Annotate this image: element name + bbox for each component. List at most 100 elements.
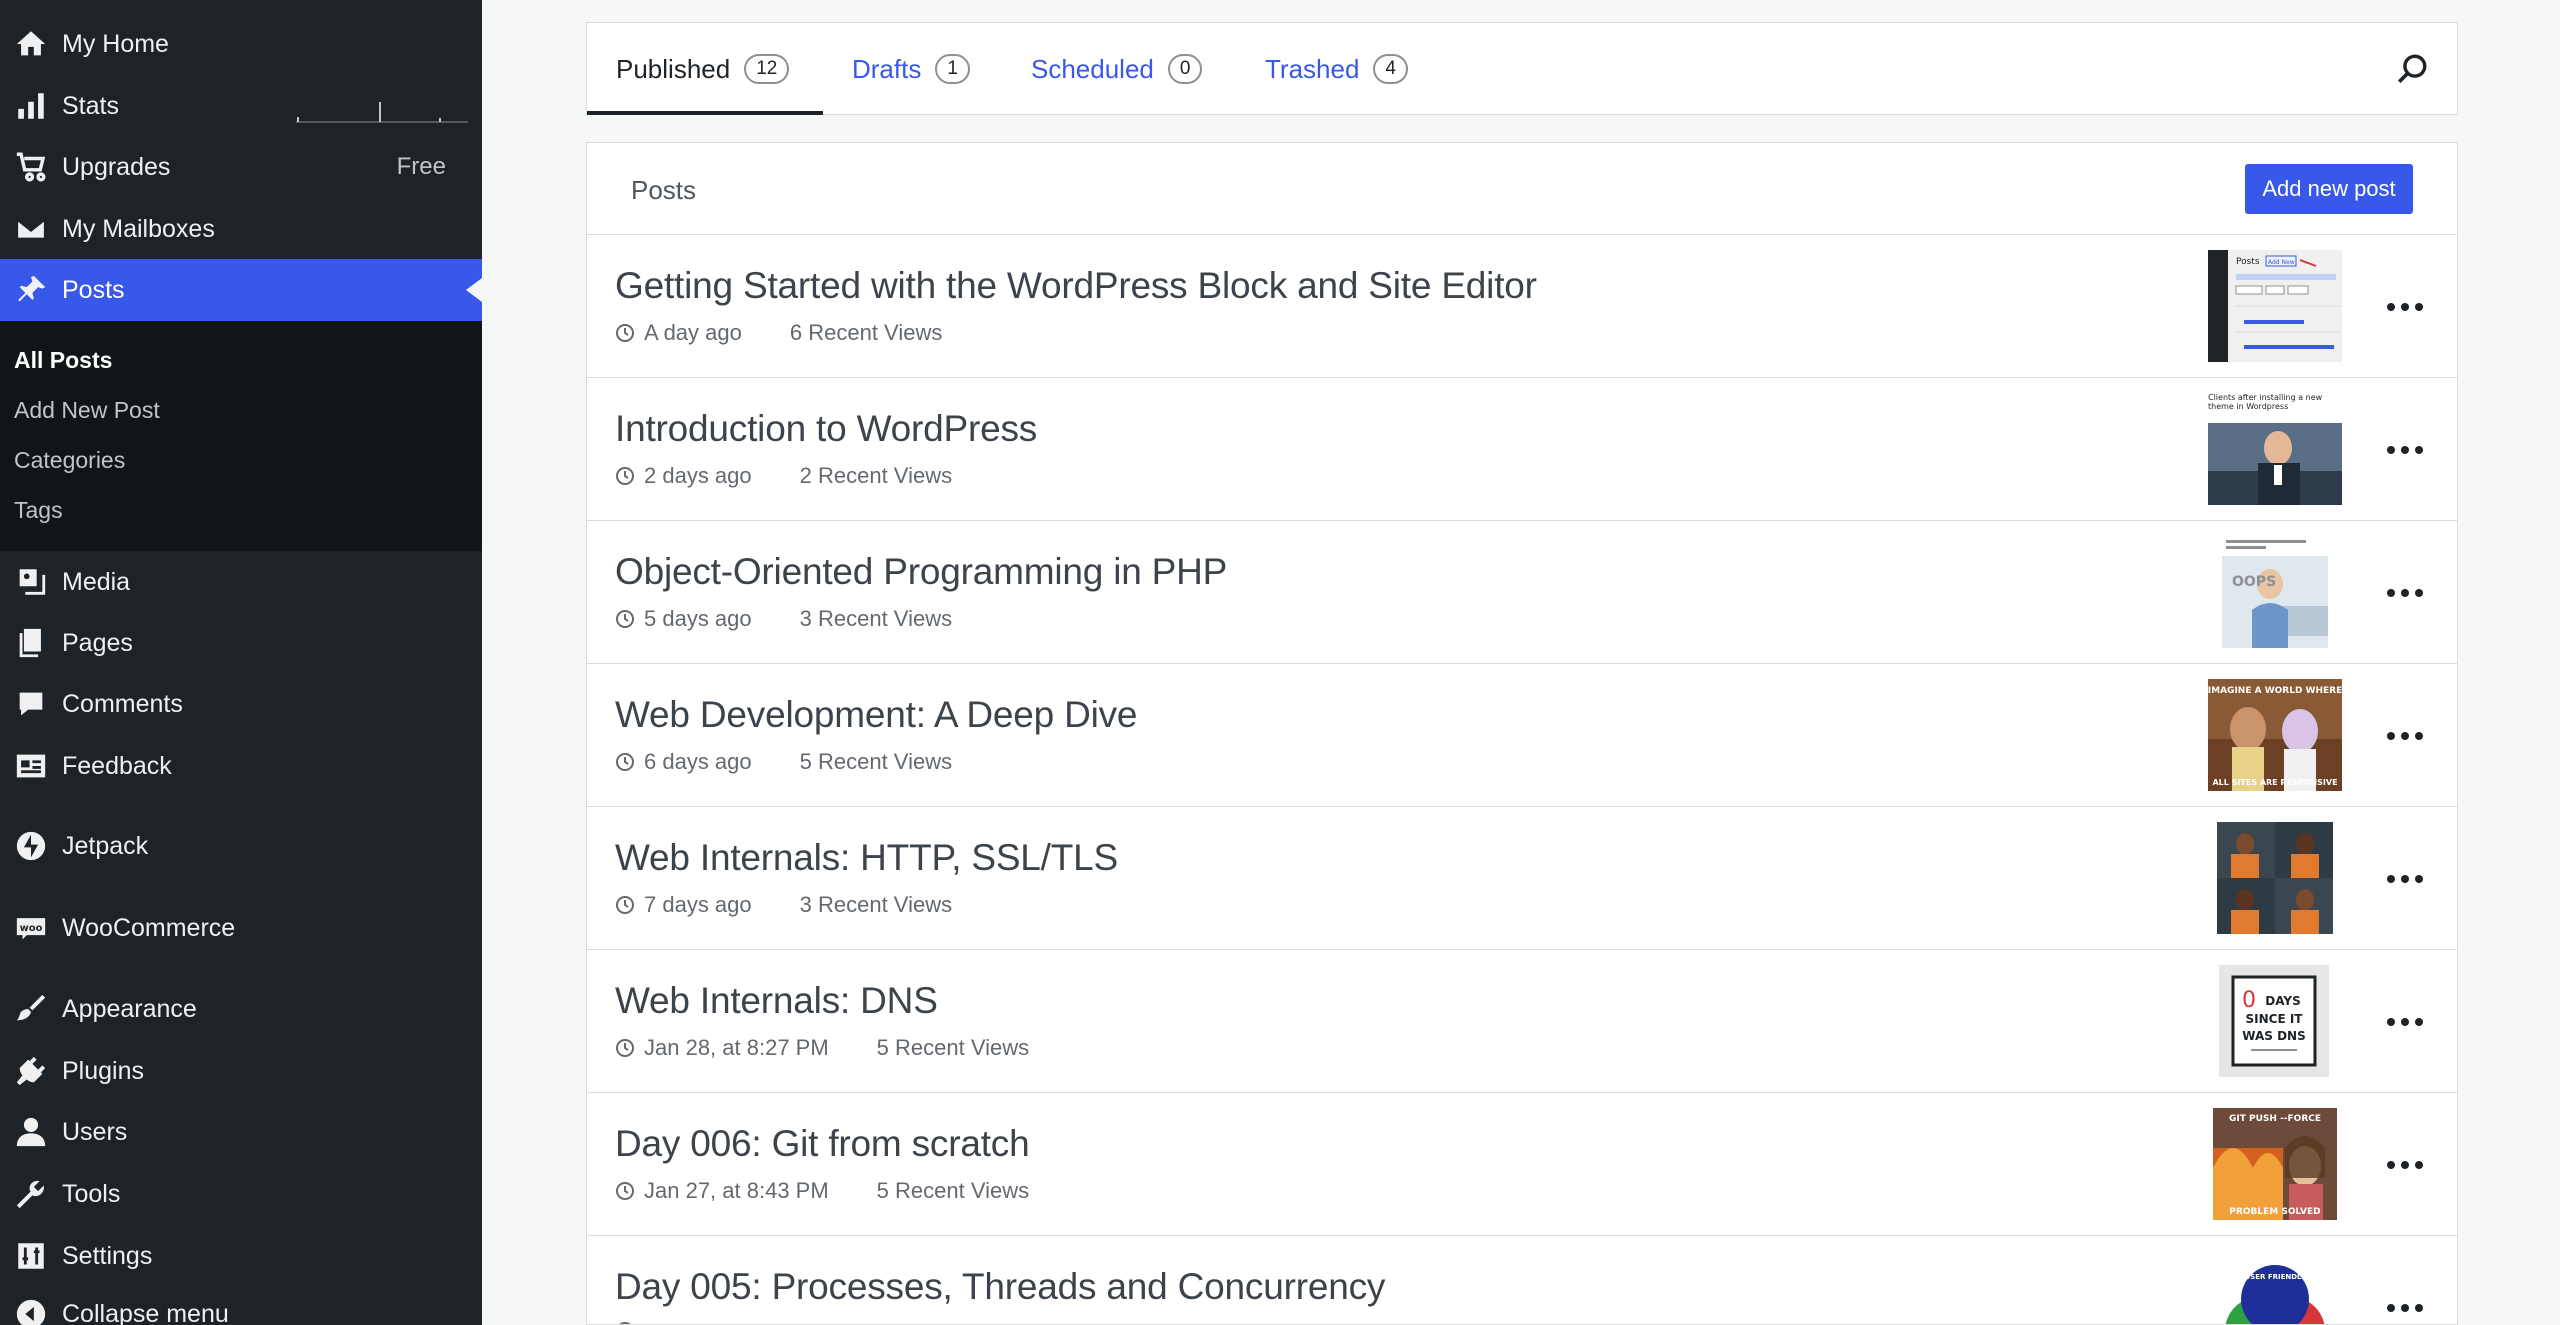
- post-title[interactable]: Introduction to WordPress: [615, 408, 1037, 450]
- svg-text:woo: woo: [20, 923, 43, 934]
- post-title[interactable]: Getting Started with the WordPress Block…: [615, 265, 1537, 307]
- post-row[interactable]: Web Internals: HTTP, SSL/TLS 7 days ago …: [587, 807, 2457, 950]
- comment-icon: [0, 673, 62, 735]
- menu-label: Appearance: [62, 994, 197, 1023]
- post-row[interactable]: Day 005: Processes, Threads and Concurre…: [587, 1236, 2457, 1324]
- menu-comments[interactable]: Comments: [0, 673, 482, 735]
- post-date: 7 days ago: [644, 892, 752, 917]
- mail-icon: [0, 198, 62, 260]
- menu-label: Upgrades: [62, 152, 171, 181]
- post-actions-button[interactable]: [2387, 864, 2423, 894]
- post-actions-button[interactable]: [2387, 435, 2423, 465]
- menu-tools[interactable]: Tools: [0, 1163, 482, 1225]
- clock-icon: [616, 467, 634, 485]
- menu-plugins[interactable]: Plugins: [0, 1040, 482, 1102]
- collapse-menu-button[interactable]: Collapse menu: [0, 1283, 482, 1325]
- thumb-text: DAYS: [2265, 994, 2300, 1008]
- thumb-text: 0: [2242, 988, 2256, 1013]
- post-title[interactable]: Web Internals: DNS: [615, 980, 938, 1022]
- add-new-post-button[interactable]: Add new post: [2245, 164, 2413, 214]
- post-actions-button[interactable]: [2387, 1007, 2423, 1037]
- submenu-categories[interactable]: Categories: [14, 447, 125, 474]
- menu-settings[interactable]: Settings: [0, 1225, 482, 1287]
- menu-users[interactable]: Users: [0, 1101, 482, 1163]
- post-meta: 6 days ago 5 Recent Views: [615, 749, 952, 775]
- thumb-text: PROBLEM SOLVED: [2229, 1207, 2320, 1217]
- menu-upgrades[interactable]: Upgrades Free: [0, 136, 482, 198]
- menu-media[interactable]: Media: [0, 551, 482, 613]
- search-icon[interactable]: [2395, 52, 2429, 86]
- posts-list-header: Posts Add new post: [587, 143, 2457, 235]
- clock-icon: [616, 753, 634, 771]
- active-tab-indicator: [587, 111, 823, 115]
- post-row[interactable]: Object-Oriented Programming in PHP 5 day…: [587, 521, 2457, 664]
- stats-sparkline: [296, 102, 468, 123]
- menu-woocommerce[interactable]: woo WooCommerce: [0, 897, 482, 959]
- post-actions-button[interactable]: [2387, 578, 2423, 608]
- tab-scheduled[interactable]: Scheduled 0: [1031, 23, 1203, 115]
- menu-appearance[interactable]: Appearance: [0, 978, 482, 1040]
- menu-label: Plugins: [62, 1056, 144, 1085]
- thumb-text: IMAGINE A WORLD WHERE: [2208, 686, 2342, 696]
- thumb-text: Posts: [2236, 257, 2260, 267]
- post-thumbnail: [2217, 822, 2333, 934]
- post-thumbnail: Clients after installing a new theme in …: [2208, 393, 2342, 505]
- post-date: 5 days ago: [644, 606, 752, 631]
- submenu-tags[interactable]: Tags: [14, 497, 63, 524]
- clock-icon: [616, 1039, 634, 1057]
- menu-jetpack[interactable]: Jetpack: [0, 815, 482, 877]
- post-row[interactable]: Web Development: A Deep Dive 6 days ago …: [587, 664, 2457, 807]
- thumb-text: USER FRIENDLY: [2244, 1273, 2306, 1281]
- post-title[interactable]: Day 006: Git from scratch: [615, 1123, 1030, 1165]
- post-meta: 7 days ago 3 Recent Views: [615, 892, 952, 918]
- menu-pages[interactable]: Pages: [0, 612, 482, 674]
- post-actions-button[interactable]: [2387, 1150, 2423, 1180]
- post-status-tabs: Published 12 Drafts 1 Scheduled 0 Trashe…: [586, 22, 2458, 115]
- post-actions-button[interactable]: [2387, 292, 2423, 322]
- post-views: 5 Recent Views: [799, 749, 953, 774]
- tab-count: 4: [1373, 54, 1408, 84]
- post-title[interactable]: Web Development: A Deep Dive: [615, 694, 1137, 736]
- thumb-text: SINCE IT: [2246, 1012, 2304, 1026]
- post-meta: Jan 28, at 8:27 PM 5 Recent Views: [615, 1035, 1029, 1061]
- media-icon: [0, 551, 62, 613]
- post-meta: 2 days ago 2 Recent Views: [615, 463, 952, 489]
- menu-label: Posts: [62, 275, 125, 304]
- post-row[interactable]: Web Internals: DNS Jan 28, at 8:27 PM 5 …: [587, 950, 2457, 1093]
- submenu-add-new-post[interactable]: Add New Post: [14, 397, 160, 424]
- tab-drafts[interactable]: Drafts 1: [852, 23, 970, 115]
- menu-label: WooCommerce: [62, 913, 236, 942]
- clock-icon: [616, 896, 634, 914]
- post-views: 5 Recent Views: [876, 1178, 1030, 1203]
- post-row[interactable]: Day 006: Git from scratch Jan 27, at 8:4…: [587, 1093, 2457, 1236]
- tab-published[interactable]: Published 12: [616, 23, 790, 115]
- post-actions-button[interactable]: [2387, 721, 2423, 751]
- post-views: 2 Recent Views: [799, 463, 953, 488]
- tab-trashed[interactable]: Trashed 4: [1265, 23, 1408, 115]
- plan-badge: Free: [396, 153, 446, 180]
- menu-feedback[interactable]: Feedback: [0, 735, 482, 797]
- menu-posts[interactable]: Posts: [0, 259, 482, 321]
- post-views: 6 Recent Views: [789, 320, 943, 345]
- menu-label: My Mailboxes: [62, 214, 215, 243]
- post-date: A day ago: [644, 320, 742, 345]
- post-title[interactable]: Day 005: Processes, Threads and Concurre…: [615, 1266, 1385, 1308]
- wrench-icon: [0, 1163, 62, 1225]
- jetpack-icon: [0, 815, 62, 877]
- post-title[interactable]: Web Internals: HTTP, SSL/TLS: [615, 837, 1118, 879]
- menu-my-mailboxes[interactable]: My Mailboxes: [0, 198, 482, 260]
- collapse-icon: [0, 1283, 62, 1325]
- menu-my-home[interactable]: My Home: [0, 13, 482, 75]
- thumb-text: Add New: [2268, 259, 2295, 266]
- menu-label: Comments: [62, 689, 183, 718]
- menu-label: Media: [62, 567, 131, 596]
- post-actions-button[interactable]: [2387, 1293, 2423, 1323]
- post-meta: [615, 1321, 692, 1324]
- thumb-text: Clients after installing a new theme in …: [2208, 393, 2323, 411]
- post-row[interactable]: Getting Started with the WordPress Block…: [587, 235, 2457, 378]
- tab-count: 0: [1167, 54, 1203, 84]
- feedback-icon: [0, 735, 62, 797]
- post-title[interactable]: Object-Oriented Programming in PHP: [615, 551, 1227, 593]
- post-row[interactable]: Introduction to WordPress 2 days ago 2 R…: [587, 378, 2457, 521]
- submenu-all-posts[interactable]: All Posts: [14, 347, 112, 374]
